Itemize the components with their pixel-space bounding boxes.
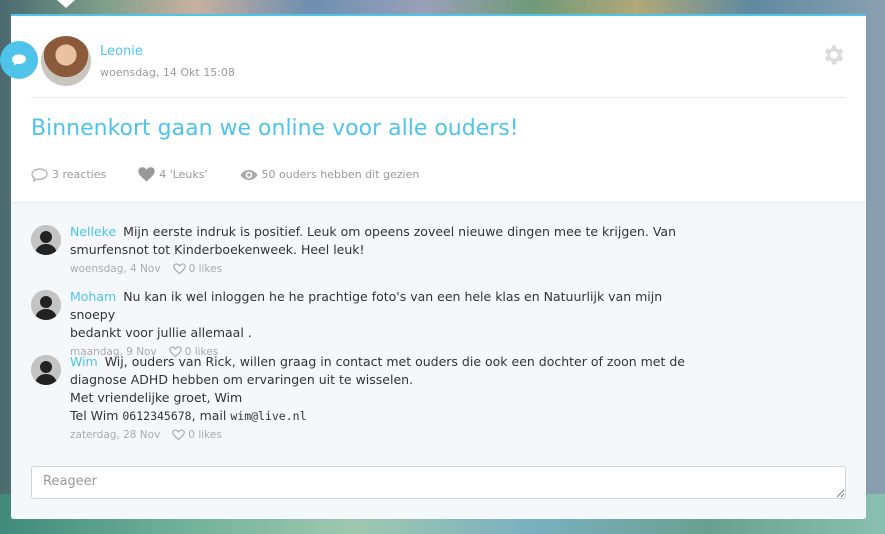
comment-like-button[interactable]: 0 likes	[172, 426, 222, 444]
comment-text: Mijn eerste indruk is positief. Leuk om …	[123, 224, 677, 239]
comment-text: smurfensnot tot Kinderboekenweek. Heel l…	[70, 242, 365, 257]
comment-author[interactable]: Wim	[70, 354, 98, 369]
comment-text: diagnose ADHD hebben om ervaringen uit t…	[70, 372, 414, 387]
phone-number: 0612345678	[122, 409, 192, 423]
email-address: wim@live.nl	[230, 409, 307, 423]
reactions-count: 3 reacties	[52, 168, 107, 181]
comment-date: woensdag, 4 Nov	[70, 263, 161, 275]
views-stat: 50 ouders hebben dit gezien	[240, 168, 420, 181]
author-avatar[interactable]	[41, 36, 91, 86]
avatar[interactable]	[31, 355, 61, 385]
mail-label: , mail	[191, 408, 227, 423]
post-date: woensdag, 14 Okt 15:08	[100, 66, 235, 79]
chat-bubble-icon	[0, 41, 38, 79]
comment-likes: 0 likes	[188, 263, 223, 275]
post-card: Leonie woensdag, 14 Okt 15:08 Binnenkort…	[11, 14, 866, 519]
comment-text: Met vriendelijke groet, Wim	[70, 390, 243, 405]
avatar[interactable]	[31, 290, 61, 320]
comment-text: , willen graag in contact met ouders die…	[231, 354, 686, 369]
comment-author[interactable]: Moham	[70, 289, 116, 304]
user-silhouette-icon	[31, 355, 61, 385]
likes-stat[interactable]: 4 'Leuks'	[138, 167, 208, 182]
comment-text: bedankt voor jullie allemaal .	[70, 325, 252, 340]
heart-outline-icon	[172, 263, 186, 275]
post-title: Binnenkort gaan we online voor alle oude…	[31, 116, 519, 141]
comment-author[interactable]: Nelleke	[70, 224, 116, 239]
author-name[interactable]: Leonie	[100, 44, 143, 59]
comment-date: zaterdag, 28 Nov	[70, 429, 161, 441]
speech-bubble-icon	[31, 167, 48, 182]
user-silhouette-icon	[31, 290, 61, 320]
heart-outline-icon	[172, 429, 186, 441]
comment-text: Nu kan ik wel inloggen he he prachtige f…	[70, 289, 663, 322]
views-count: 50 ouders hebben dit gezien	[261, 168, 420, 181]
comment-like-button[interactable]: 0 likes	[172, 260, 223, 278]
mentioned-name: Rick	[205, 354, 232, 369]
comment-text: Wij, ouders van	[104, 354, 206, 369]
gear-icon[interactable]	[820, 42, 846, 72]
heart-icon	[138, 167, 155, 182]
eye-icon	[240, 169, 258, 180]
card-pointer	[57, 0, 75, 8]
reactions-stat[interactable]: 3 reacties	[31, 167, 107, 182]
avatar[interactable]	[31, 225, 61, 255]
post-stats: 3 reacties 4 'Leuks' 50 ouders hebben di…	[31, 167, 451, 182]
comment-likes: 0 likes	[188, 429, 222, 441]
likes-count: 4 'Leuks'	[159, 168, 208, 181]
reply-input[interactable]	[31, 466, 846, 499]
tel-label: Tel Wim	[70, 408, 119, 423]
user-silhouette-icon	[31, 225, 61, 255]
header-separator	[31, 97, 846, 98]
